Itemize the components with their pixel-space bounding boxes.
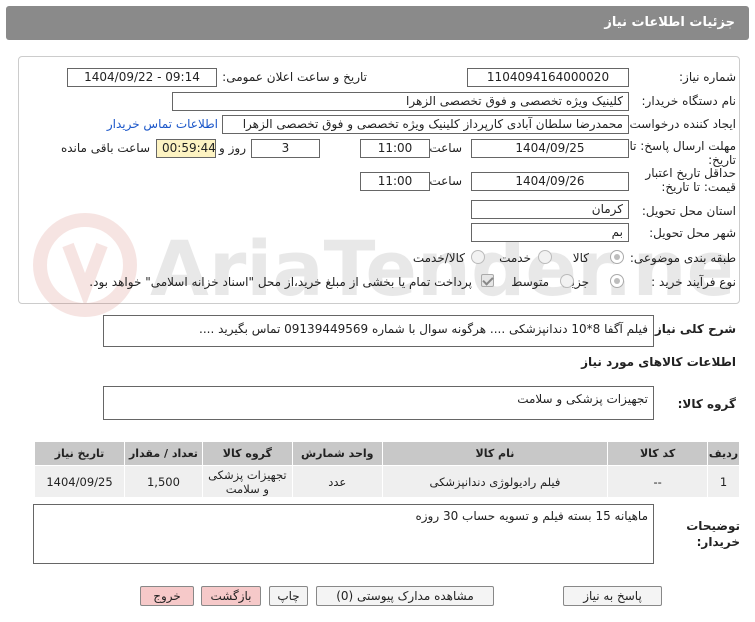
col-need-date: تاریخ نیاز xyxy=(33,441,126,466)
back-button[interactable]: بازگشت xyxy=(201,586,261,606)
province-field: کرمان xyxy=(471,200,629,219)
days-label: روز و xyxy=(219,141,246,155)
cell-need-date: 1404/09/25 xyxy=(33,465,126,498)
need-number-label: شماره نیاز: xyxy=(679,70,736,84)
reply-button[interactable]: پاسخ به نیاز xyxy=(563,586,662,606)
cell-goods-code: -- xyxy=(607,465,709,498)
category-radio-both[interactable] xyxy=(471,250,485,264)
validity-label-2: قیمت: تا تاریخ: xyxy=(661,180,736,194)
deadline-date-field: 1404/09/25 xyxy=(471,139,629,158)
announce-field: 1404/09/22 - 09:14 xyxy=(67,68,217,87)
buyer-org-field: کلینیک ویژه تخصصی و فوق تخصصی الزهرا xyxy=(172,92,629,111)
remaining-time-field: 00:59:44 xyxy=(156,139,216,158)
deadline-time-field: 11:00 xyxy=(360,139,430,158)
col-goods-code: کد کالا xyxy=(607,441,709,466)
cell-goods-name: فیلم رادیولوژی دندانپزشکی xyxy=(381,465,609,498)
category-option-service: خدمت xyxy=(499,251,531,265)
deadline-time-label: ساعت xyxy=(429,141,462,155)
validity-label: حداقل تاریخ اعتبار xyxy=(645,166,736,180)
description-label: شرح کلی نیاز: xyxy=(650,322,736,336)
validity-time-label: ساعت xyxy=(429,174,462,188)
description-field: فیلم آگفا 8*10 دندانپزشکی .... هرگونه سو… xyxy=(103,315,654,347)
remaining-label: ساعت باقی مانده xyxy=(60,141,150,155)
buyer-contact-link[interactable]: اطلاعات تماس خریدار xyxy=(107,117,218,131)
goods-table: ردیف کد کالا نام کالا واحد شمارش گروه کا… xyxy=(33,441,740,498)
col-goods-group: گروه کالا xyxy=(201,441,293,466)
buyer-notes-label-2: خریدار: xyxy=(696,535,740,549)
page-header: جزئیات اطلاعات نیاز xyxy=(6,6,749,40)
payment-note: پرداخت تمام یا بخشی از مبلغ خرید،از محل … xyxy=(89,275,472,289)
col-quantity: تعداد / مقدار xyxy=(124,441,203,466)
process-radio-small[interactable] xyxy=(610,274,624,288)
col-unit: واحد شمارش xyxy=(291,441,383,466)
buyer-notes-label: توضیحات xyxy=(686,519,740,533)
view-attachments-button[interactable]: مشاهده مدارک پیوستی (0) xyxy=(316,586,494,606)
goods-section-title: اطلاعات کالاهای مورد نیاز xyxy=(581,355,736,369)
treasury-checkbox[interactable] xyxy=(481,274,494,287)
col-goods-name: نام کالا xyxy=(381,441,609,466)
goods-group-label: گروه کالا: xyxy=(677,397,736,411)
buyer-notes-field: ماهیانه 15 بسته فیلم و تسویه حساب 30 روز… xyxy=(33,504,654,564)
category-option-goods: کالا xyxy=(572,251,589,265)
need-number-field: 1104094164000020 xyxy=(467,68,629,87)
category-radio-goods[interactable] xyxy=(610,250,624,264)
requester-field: محمدرضا سلطان آبادی کارپرداز کلینیک ویژه… xyxy=(222,115,629,134)
category-option-both: کالا/خدمت xyxy=(412,251,465,265)
city-field: بم xyxy=(471,223,629,242)
exit-button[interactable]: خروج xyxy=(140,586,194,606)
cell-unit: عدد xyxy=(291,465,383,498)
goods-group-field: تجهیزات پزشکی و سلامت xyxy=(103,386,654,420)
requester-label: ایجاد کننده درخواست: xyxy=(625,117,736,131)
deadline-label: مهلت ارسال پاسخ: تا xyxy=(629,139,736,153)
print-button[interactable]: چاپ xyxy=(269,586,308,606)
days-field: 3 xyxy=(251,139,320,158)
buyer-org-label: نام دستگاه خریدار: xyxy=(641,94,737,108)
col-row-number: ردیف xyxy=(707,441,740,466)
category-label: طبقه بندی موضوعی: xyxy=(629,251,736,265)
province-label: استان محل تحویل: xyxy=(641,204,736,218)
process-label: نوع فرآیند خرید : xyxy=(651,275,736,289)
deadline-label-2: تاریخ: xyxy=(708,153,736,167)
category-radio-service[interactable] xyxy=(538,250,552,264)
page-title: جزئیات اطلاعات نیاز xyxy=(604,15,735,30)
table-header-row: ردیف کد کالا نام کالا واحد شمارش گروه کا… xyxy=(33,441,740,466)
validity-date-field: 1404/09/26 xyxy=(471,172,629,191)
process-option-medium: متوسط xyxy=(511,275,549,289)
cell-quantity: 1,500 xyxy=(124,465,203,498)
announce-label: تاریخ و ساعت اعلان عمومی: xyxy=(222,70,367,84)
cell-goods-group: تجهیزات پزشکی و سلامت xyxy=(201,465,293,498)
city-label: شهر محل تحویل: xyxy=(649,226,736,240)
cell-row-number: 1 xyxy=(707,465,740,498)
validity-time-field: 11:00 xyxy=(360,172,430,191)
process-radio-medium[interactable] xyxy=(560,274,574,288)
table-row: 1 -- فیلم رادیولوژی دندانپزشکی عدد تجهیز… xyxy=(33,465,740,498)
